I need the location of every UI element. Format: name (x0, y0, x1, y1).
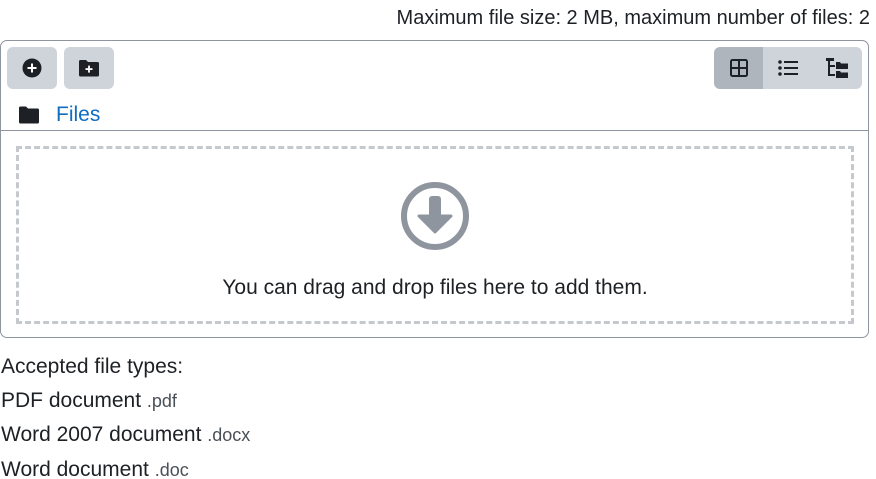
file-type-extension: .pdf (146, 390, 177, 411)
file-manager-page: Maximum file size: 2 MB, maximum number … (0, 0, 876, 479)
download-circle-icon (401, 182, 469, 250)
file-type-name: PDF document (1, 388, 142, 412)
accepted-file-types: Accepted file types: PDF document .pdf W… (1, 350, 250, 479)
file-type-name: Word document (1, 457, 149, 479)
file-manager: Files You can drag and drop files here t… (0, 40, 869, 338)
file-dropzone[interactable]: You can drag and drop files here to add … (16, 146, 854, 324)
file-type-name: Word 2007 document (1, 423, 202, 446)
list-icon (778, 60, 798, 76)
view-tree-button[interactable] (812, 47, 862, 89)
file-limits-text: Maximum file size: 2 MB, maximum number … (396, 7, 870, 29)
toolbar-divider (1, 130, 868, 131)
dropzone-instructions: You can drag and drop files here to add … (222, 276, 648, 299)
list-item: PDF document .pdf (1, 384, 250, 419)
view-mode-group (714, 47, 862, 89)
list-item: Word document .doc (1, 453, 250, 479)
breadcrumb: Files (19, 101, 100, 129)
folder-icon (19, 106, 39, 124)
accepted-types-heading: Accepted file types: (1, 355, 184, 378)
plus-circle-icon (22, 58, 42, 78)
create-folder-button[interactable] (64, 47, 114, 89)
tree-icon (826, 58, 849, 78)
file-type-extension: .docx (207, 425, 251, 445)
add-file-button[interactable] (7, 47, 57, 89)
view-list-button[interactable] (763, 47, 813, 89)
file-type-extension: .doc (154, 459, 189, 479)
file-manager-toolbar (1, 41, 868, 97)
list-item: Word 2007 document .docx (1, 418, 250, 453)
view-icons-button[interactable] (714, 47, 764, 89)
folder-plus-icon (79, 60, 99, 77)
grid-icon (729, 59, 748, 77)
breadcrumb-files-link[interactable]: Files (56, 103, 100, 127)
